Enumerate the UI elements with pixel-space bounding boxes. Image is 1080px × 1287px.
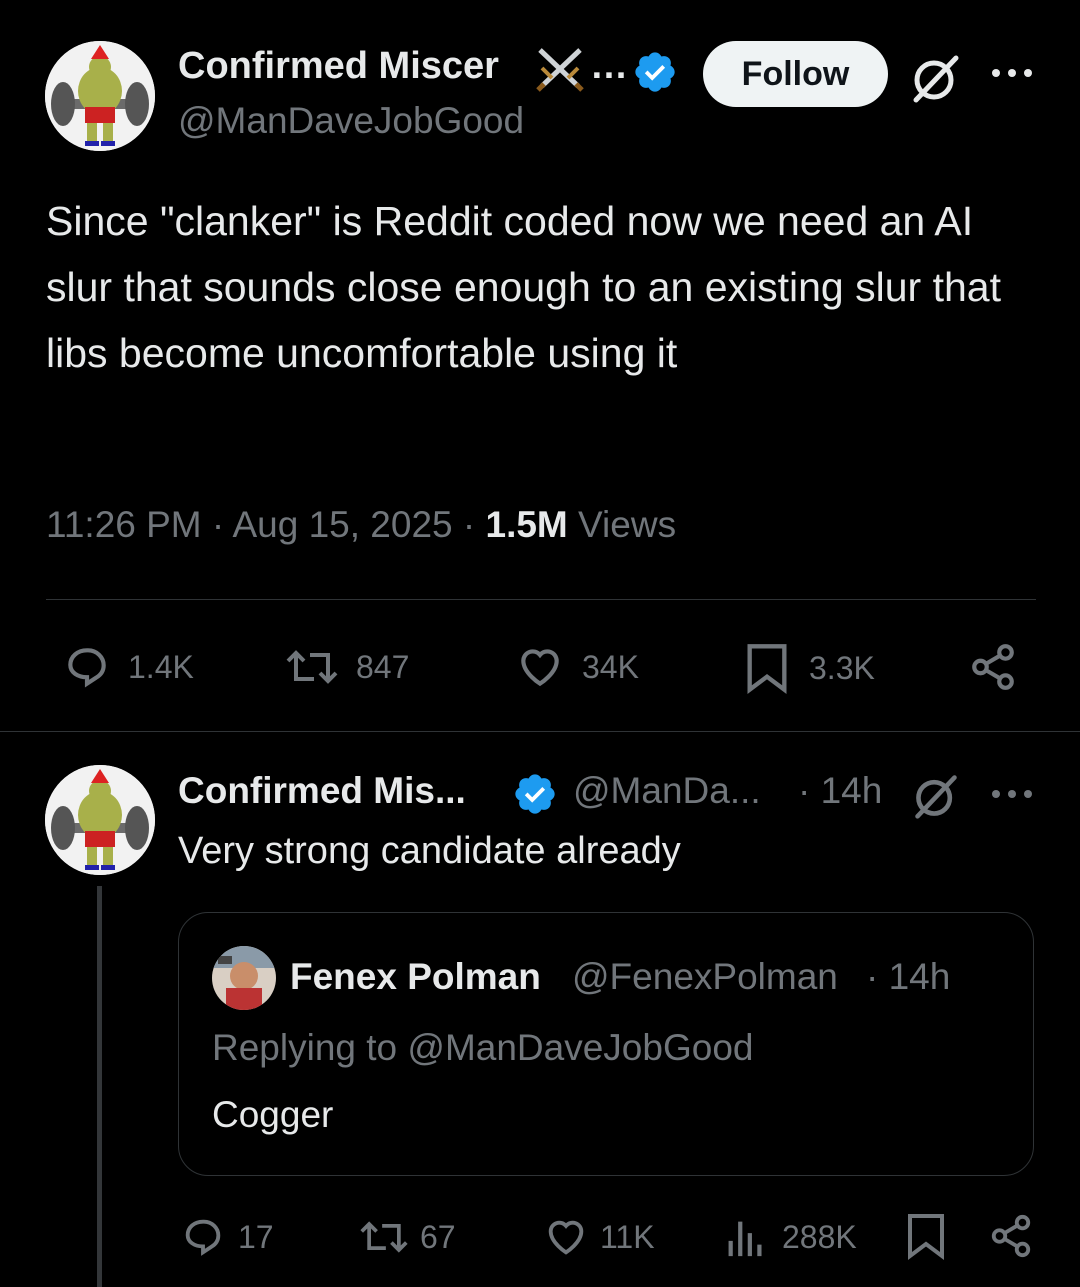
author-name-ellipsis: …: [590, 45, 628, 87]
views-label: Views: [578, 504, 677, 545]
avatar-image: [45, 765, 155, 875]
bookmark-count: 3.3K: [809, 649, 875, 686]
bookmark-icon: [747, 644, 787, 694]
more-icon[interactable]: [990, 65, 1034, 86]
author-avatar[interactable]: [45, 41, 155, 151]
like-button[interactable]: 34K: [514, 642, 639, 692]
tweet-date[interactable]: Aug 15, 2025: [232, 504, 452, 545]
quoted-replying-to[interactable]: Replying to @ManDaveJobGood: [212, 1027, 753, 1069]
meta-separator: ·: [452, 504, 486, 545]
repost-button[interactable]: 847: [284, 642, 409, 692]
tweet-time[interactable]: 11:26 PM: [46, 504, 202, 545]
share-icon: [972, 644, 1014, 690]
reply-reply-button[interactable]: 17: [180, 1214, 274, 1260]
reply-like-button[interactable]: 11K: [542, 1214, 655, 1260]
reply-share-button[interactable]: [988, 1212, 1034, 1260]
reply-text: Very strong candidate already: [178, 830, 681, 872]
reply-bookmark-button[interactable]: [906, 1212, 946, 1260]
like-count: 34K: [582, 648, 639, 685]
author-handle[interactable]: @ManDaveJobGood: [178, 100, 524, 142]
grok-icon[interactable]: [912, 772, 960, 825]
verified-badge-icon: [512, 771, 558, 822]
tweet-meta: 11:26 PM · Aug 15, 2025 · 1.5M Views: [46, 504, 676, 546]
reply-author-avatar[interactable]: [45, 765, 155, 875]
views-icon: [728, 1221, 762, 1257]
bookmark-icon: [908, 1214, 944, 1260]
more-icon[interactable]: [990, 786, 1034, 807]
reply-like-count: 11K: [600, 1218, 655, 1255]
quoted-text: Cogger: [212, 1094, 334, 1135]
share-icon: [991, 1214, 1031, 1258]
reply-views-count: 288K: [782, 1218, 857, 1255]
stats-divider: [46, 599, 1036, 600]
tweet-text: Since "clanker" is Reddit coded now we n…: [46, 198, 1001, 376]
meta-separator: ·: [201, 504, 233, 545]
reply-author-name[interactable]: Confirmed Mis...: [178, 770, 466, 812]
like-icon: [548, 1220, 584, 1255]
reply-repost-count: 67: [420, 1218, 456, 1255]
reply-count: 1.4K: [128, 648, 194, 685]
reply-icon: [68, 648, 106, 688]
reply-icon: [185, 1219, 221, 1256]
verified-badge-icon: [632, 49, 678, 100]
repost-icon: [286, 650, 338, 684]
avatar-image: [45, 41, 155, 151]
crossed-swords-icon: [534, 46, 586, 99]
views-label-spacer: [568, 504, 578, 545]
reply-age[interactable]: · 14h: [798, 770, 882, 812]
reply-button[interactable]: 1.4K: [62, 642, 194, 692]
author-name[interactable]: Confirmed Miscer: [178, 45, 499, 88]
bookmark-button[interactable]: 3.3K: [745, 642, 875, 694]
tweet-divider: [0, 731, 1080, 732]
follow-button[interactable]: Follow: [703, 41, 888, 107]
reply-views-button[interactable]: 288K: [726, 1214, 857, 1260]
grok-icon[interactable]: [910, 52, 962, 109]
views-count: 1.5M: [485, 504, 568, 545]
like-icon: [521, 649, 559, 687]
quoted-author-name[interactable]: Fenex Polman: [290, 956, 541, 998]
avatar-image: [212, 946, 276, 1010]
thread-line: [97, 886, 102, 1287]
reply-author-handle[interactable]: @ManDa...: [573, 770, 761, 812]
reply-repost-button[interactable]: 67: [358, 1214, 456, 1260]
reply-reply-count: 17: [238, 1218, 274, 1255]
quoted-author-handle[interactable]: @FenexPolman: [572, 956, 838, 998]
share-button[interactable]: [968, 642, 1018, 692]
repost-count: 847: [356, 648, 410, 685]
quoted-age[interactable]: · 14h: [866, 956, 950, 998]
repost-icon: [360, 1221, 408, 1253]
quoted-author-avatar[interactable]: [212, 946, 276, 1010]
